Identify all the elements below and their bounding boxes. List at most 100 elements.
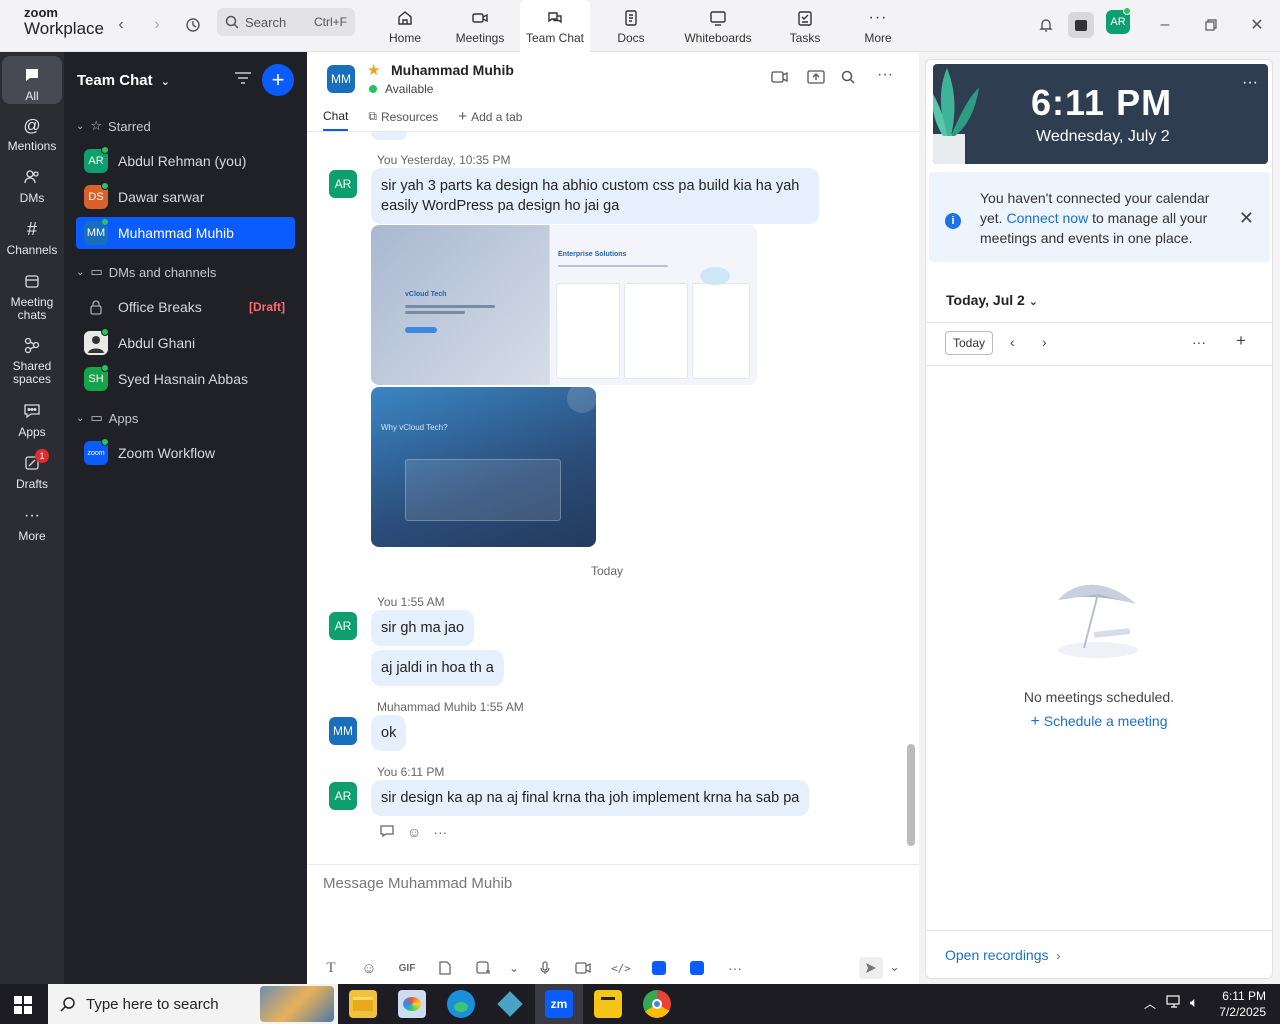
contact-name[interactable]: Muhammad Muhib (391, 62, 514, 78)
tray-chevron-up-icon[interactable]: ︿ (1144, 995, 1156, 1012)
emoji-icon[interactable]: ☺ (357, 957, 381, 979)
add-event-icon[interactable]: + (1236, 331, 1246, 351)
back-icon[interactable]: ‹ (108, 12, 134, 38)
rail-mentions[interactable]: @ Mentions (2, 114, 62, 153)
chat-scrollbar[interactable] (907, 744, 915, 846)
nav-tasks[interactable]: Tasks (780, 0, 830, 52)
rail-shared-spaces[interactable]: Shared spaces (2, 334, 62, 386)
tab-resources[interactable]: ⧉ Resources (368, 108, 438, 131)
rail-channels[interactable]: # Channels (2, 218, 62, 257)
schedule-meeting-link[interactable]: + Schedule a meeting (926, 713, 1272, 731)
file-icon[interactable] (433, 957, 457, 979)
chevron-down-icon[interactable]: ⌄ (509, 957, 519, 979)
rail-more[interactable]: ··· More (2, 504, 62, 543)
nav-more[interactable]: ··· More (853, 0, 903, 52)
section-apps[interactable]: ⌄ ▭ Apps (76, 410, 138, 426)
more-options-icon[interactable]: ··· (1242, 74, 1258, 92)
nav-whiteboards[interactable]: Whiteboards (680, 0, 756, 52)
message-input[interactable]: Message Muhammad Muhib (323, 875, 512, 892)
sidebar-item-syed-hasnain-abbas[interactable]: SH Syed Hasnain Abbas (76, 363, 295, 395)
connect-now-link[interactable]: Connect now (1006, 210, 1088, 226)
sidebar-item-abdul-ghani[interactable]: Abdul Ghani (76, 327, 295, 359)
message-bubble[interactable]: sir gh ma jao (371, 610, 475, 646)
restore-icon[interactable] (1198, 12, 1224, 38)
sidebar-item-dawar-sarwar[interactable]: DS Dawar sarwar (76, 181, 295, 213)
sidebar-item-abdul-rehman[interactable]: AR Abdul Rehman (you) (76, 145, 295, 177)
message-composer[interactable]: Message Muhammad Muhib T ☺ GIF ⌄ </> ···… (307, 864, 919, 984)
screenshot-icon[interactable] (471, 957, 495, 979)
section-dms-channels[interactable]: ⌄ ▭ DMs and channels (76, 264, 216, 280)
more-options-icon[interactable]: ··· (877, 66, 893, 84)
rail-dms[interactable]: DMs (2, 166, 62, 205)
sidebar-item-zoom-workflow[interactable]: zoom Zoom Workflow (76, 437, 295, 469)
send-icon[interactable] (859, 957, 883, 979)
prev-day-icon[interactable]: ‹ (1010, 334, 1015, 350)
attached-image-enterprise[interactable]: vCloud Tech Enterprise Solutions (371, 225, 757, 385)
sidebar-item-muhammad-muhib[interactable]: MM Muhammad Muhib (76, 217, 295, 249)
message-bubble[interactable]: aj jaldi in hoa th a (371, 650, 504, 686)
network-icon[interactable] (1166, 995, 1182, 1012)
tab-chat[interactable]: Chat (323, 108, 349, 131)
zoom-app-icon[interactable]: zm (545, 990, 573, 1018)
close-icon[interactable]: ✕ (1244, 12, 1270, 38)
more-options-icon[interactable]: ··· (1192, 334, 1206, 350)
user-avatar[interactable]: AR (1106, 7, 1131, 34)
gif-icon[interactable]: GIF (395, 957, 419, 979)
search-box[interactable]: Search Ctrl+F (217, 8, 355, 36)
rail-meeting-chats[interactable]: Meeting chats (2, 270, 62, 322)
volume-icon[interactable]: 🔈︎ (1190, 994, 1198, 1011)
nav-docs[interactable]: Docs (606, 0, 656, 52)
video-message-icon[interactable] (571, 957, 595, 979)
today-button[interactable]: Today (945, 331, 993, 355)
message-bubble[interactable]: sir yah 3 parts ka design ha abhio custo… (371, 168, 819, 224)
tab-add[interactable]: + Add a tab (458, 108, 522, 131)
chrome-browser-icon[interactable] (643, 990, 671, 1018)
nav-team-chat[interactable]: Team Chat (520, 0, 590, 52)
microphone-icon[interactable] (533, 957, 557, 979)
sticky-notes-icon[interactable] (594, 990, 622, 1018)
history-icon[interactable] (180, 12, 206, 38)
open-recordings-link[interactable]: Open recordings › (945, 947, 1060, 963)
more-actions-icon[interactable]: ··· (433, 824, 447, 841)
emoji-react-icon[interactable]: ☺ (407, 824, 421, 841)
taskbar-search[interactable]: Type here to search (48, 984, 338, 1024)
text-format-icon[interactable]: T (319, 957, 343, 979)
filter-icon[interactable] (234, 71, 252, 88)
paint-app-icon[interactable] (398, 990, 426, 1018)
minimize-icon[interactable]: – (1152, 12, 1178, 38)
nav-meetings[interactable]: Meetings (448, 0, 512, 52)
calendar-panel-icon[interactable] (1068, 12, 1094, 38)
contact-avatar[interactable]: MM (327, 65, 355, 93)
sidebar-item-office-breaks[interactable]: Office Breaks [Draft] (76, 291, 295, 323)
rail-all[interactable]: All (2, 56, 62, 104)
more-tools-icon[interactable]: ··· (723, 957, 747, 979)
avatar[interactable]: MM (329, 717, 357, 745)
new-chat-button[interactable]: + (262, 64, 294, 96)
close-icon[interactable]: ✕ (1239, 208, 1254, 229)
share-screen-icon[interactable] (807, 70, 825, 87)
chevron-down-icon[interactable]: ⌄ (889, 959, 900, 975)
avatar[interactable]: AR (329, 612, 357, 640)
message-bubble[interactable]: sir design ka ap na aj final krna tha jo… (371, 780, 810, 816)
app-icon-1[interactable] (647, 957, 671, 979)
windows-start-icon[interactable] (14, 996, 32, 1017)
avatar[interactable]: AR (329, 782, 357, 810)
star-filled-icon[interactable]: ★ (367, 61, 380, 79)
nav-home[interactable]: Home (380, 0, 430, 52)
taskbar-clock[interactable]: 6:11 PM 7/2/2025 (1210, 988, 1266, 1020)
code-editor-icon[interactable] (496, 990, 524, 1018)
code-snippet-icon[interactable]: </> (609, 957, 633, 979)
video-call-icon[interactable] (771, 70, 789, 87)
attached-image-why-vcloud[interactable]: Why vCloud Tech? (371, 387, 596, 547)
edge-browser-icon[interactable] (447, 990, 475, 1018)
bell-icon[interactable] (1033, 12, 1059, 38)
date-header[interactable]: Today, Jul 2 ⌄ (946, 292, 1038, 308)
sidebar-title[interactable]: Team Chat ⌄ (77, 72, 170, 89)
forward-icon[interactable]: › (144, 12, 170, 38)
section-starred[interactable]: ⌄ ☆ Starred (76, 118, 151, 134)
file-explorer-icon[interactable] (349, 990, 377, 1018)
search-icon[interactable] (841, 70, 855, 87)
rail-drafts[interactable]: 1 Drafts (2, 449, 62, 491)
reply-icon[interactable] (379, 824, 395, 841)
app-icon-2[interactable] (685, 957, 709, 979)
